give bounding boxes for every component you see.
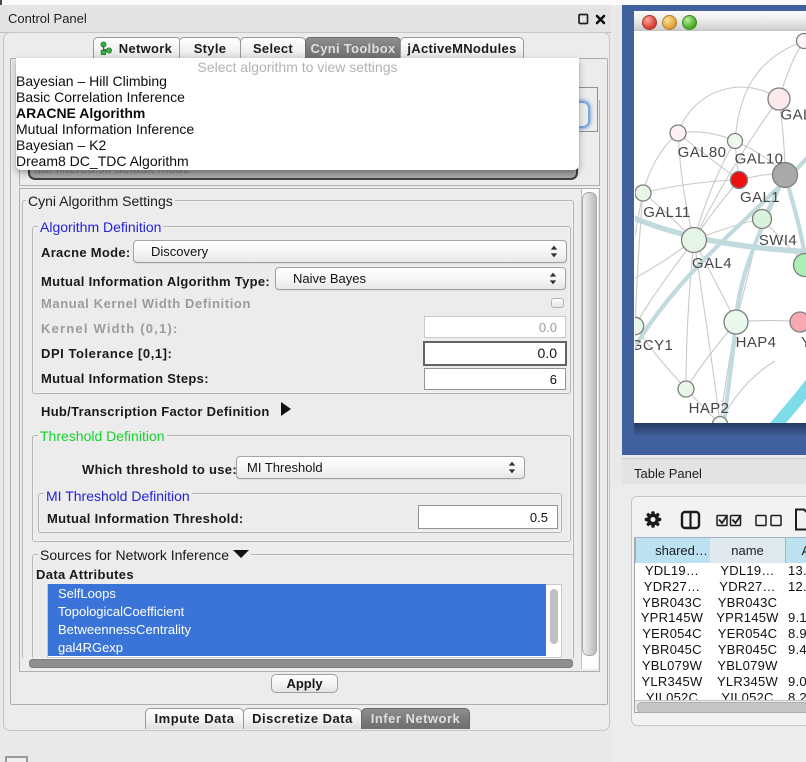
- svg-text:GAL1: GAL1: [740, 189, 780, 206]
- svg-text:Y: Y: [801, 334, 806, 351]
- svg-text:GAL11: GAL11: [643, 204, 691, 221]
- svg-text:GAL10: GAL10: [735, 151, 784, 168]
- svg-text:GAL7: GAL7: [781, 107, 806, 124]
- svg-text:GAL80: GAL80: [678, 144, 727, 161]
- svg-text:SWI4: SWI4: [759, 232, 797, 249]
- svg-text:HAP2: HAP2: [689, 400, 730, 417]
- svg-text:HAP4: HAP4: [736, 334, 777, 351]
- svg-text:GCY1: GCY1: [635, 337, 673, 354]
- svg-text:GAL4: GAL4: [692, 255, 732, 272]
